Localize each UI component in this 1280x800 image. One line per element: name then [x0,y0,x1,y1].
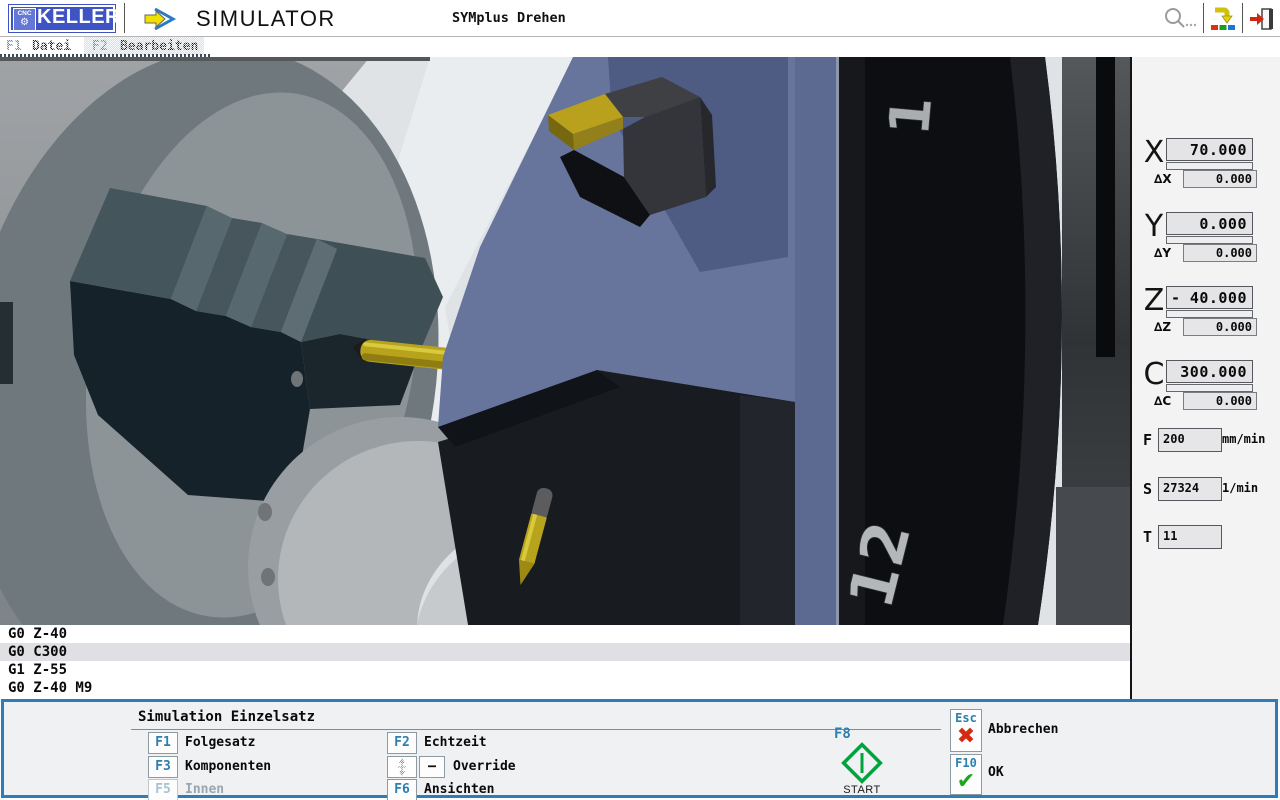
axis-subbar [1166,310,1253,318]
titlebar: CNC ⚙ KELLER SIMULATOR SYMplus Drehen [0,0,1280,37]
feed-value: 27324 [1158,477,1222,501]
start-button[interactable] [840,742,884,789]
softkey-panel: Simulation Einzelsatz F1 Folgesatz F3 Ko… [1,699,1278,798]
axis-group-z: Z - 40.000 ∆Z 0.000 [1130,285,1280,357]
app-title: SIMULATOR [196,6,336,32]
gcode-line[interactable]: G1 Z-55 [0,661,1130,679]
feed-label: F [1143,431,1152,449]
simulator-screen: CNC ⚙ KELLER SIMULATOR SYMplus Drehen [0,0,1280,800]
title-rule [131,729,941,730]
divider [1242,3,1243,33]
axis-subbar [1166,384,1253,392]
cnc-emblem-icon: CNC ⚙ [13,8,36,31]
gcode-line[interactable]: G0 Z-40 [0,625,1130,643]
axis-subbar [1166,162,1253,170]
axis-delta-label: ∆C [1154,394,1171,408]
cancel-button[interactable]: Esc ✖ [950,709,982,752]
fkey-label: Innen [185,782,224,797]
fkey-box: F5 [148,779,178,800]
axis-letter: Y [1140,209,1168,244]
axis-value-display: 300.000 [1166,360,1253,383]
tool-holder-bottom [438,370,795,625]
axis-delta-value: 0.000 [1183,244,1257,262]
fkey-label: Override [453,759,516,774]
turret-station-number-1: 1 [877,94,945,138]
exit-icon[interactable] [1248,6,1276,37]
axis-delta-value: 0.000 [1183,170,1257,188]
axis-delta-value: 0.000 [1183,318,1257,336]
feed-value: 11 [1158,525,1222,549]
axis-value-display: 70.000 [1166,138,1253,161]
app-subtitle: SYMplus Drehen [452,10,566,26]
feed-unit: mm/min [1222,432,1265,446]
axis-value: 40.000 [1190,289,1247,307]
fkey-box: F3 [148,756,178,778]
axis-value: 70.000 [1190,141,1247,159]
menubar: F1 Datei F2 Bearbeiten [0,37,1280,57]
divider [1203,3,1204,33]
mode-switch-icon[interactable] [1210,6,1236,37]
axis-delta-label: ∆X [1154,172,1172,186]
gcode-block-list: G0 Z-40 G0 C300 G1 Z-55 G0 Z-40 M9 [0,625,1130,699]
updown-arrow-icon [387,756,417,778]
fkey-label: Folgesatz [185,735,255,750]
axis-letter: X [1140,135,1168,170]
gear-glyph: ⚙ [20,18,29,28]
simulator-arrow-icon [142,6,178,37]
axis-group-c: C 300.000 ∆C 0.000 [1130,359,1280,431]
brand-name: KELLER [37,6,120,29]
override-minus-box[interactable]: − [419,756,445,778]
feed-label: S [1143,480,1152,498]
fkey-box: F2 [387,732,417,754]
start-label: START [832,784,892,796]
axis-letter: C [1140,357,1168,392]
axis-value: 0.000 [1199,215,1247,233]
axis-delta-value: 0.000 [1183,392,1257,410]
zoom-search-icon[interactable] [1162,6,1196,35]
keller-logo: CNC ⚙ KELLER [8,4,116,33]
fkey-box: F6 [387,779,417,800]
gcode-line-active[interactable]: G0 C300 [0,643,1130,661]
axis-delta-label: ∆Z [1154,320,1171,334]
fkey-box: F1 [148,732,178,754]
column-gap [1096,57,1115,357]
menu-key-f1[interactable]: F1 [6,39,22,54]
turret-drum: 1 12 [834,57,1062,625]
cancel-label: Abbrechen [988,722,1058,737]
fkey-label: Ansichten [424,782,494,797]
divider [124,3,125,33]
ok-label: OK [988,765,1004,780]
feed-row-s: S 27324 1/min [1130,477,1280,501]
gcode-line[interactable]: G0 Z-40 M9 [0,679,1130,697]
axis-value: 300.000 [1180,363,1247,381]
ok-button[interactable]: F10 ✔ [950,754,982,795]
fkey-label: Echtzeit [424,735,487,750]
lathe-scene: 1 12 [0,57,1130,625]
menu-key-f2[interactable]: F2 [92,39,108,54]
feed-value: 200 [1158,428,1222,452]
panel-title: Simulation Einzelsatz [138,709,315,725]
start-fkey: F8 [834,726,851,742]
cancel-x-icon: ✖ [951,725,981,747]
fkey-label: Komponenten [185,759,271,774]
axis-value-display: - 40.000 [1166,286,1253,309]
axis-sign: - [1171,289,1180,307]
feed-row-f: F 200 mm/min [1130,428,1280,452]
menu-item-datei[interactable]: Datei [32,39,71,54]
feed-unit: 1/min [1222,481,1258,495]
simulation-3d-viewport[interactable]: 1 12 [0,57,1130,625]
menu-item-bearbeiten[interactable]: Bearbeiten [120,39,198,54]
axis-letter: Z [1140,283,1168,318]
axis-subbar [1166,236,1253,244]
ok-check-icon: ✔ [951,770,981,792]
start-diamond-icon [840,742,884,784]
scene-top-edge [0,57,430,61]
axis-group-y: Y 0.000 ∆Y 0.000 [1130,211,1280,283]
axis-group-x: X 70.000 ∆X 0.000 [1130,137,1280,209]
axis-delta-label: ∆Y [1154,246,1171,260]
column-base [1056,487,1130,625]
feed-label: T [1143,528,1152,546]
axis-value-display: 0.000 [1166,212,1253,235]
feed-row-t: T 11 [1130,525,1280,549]
